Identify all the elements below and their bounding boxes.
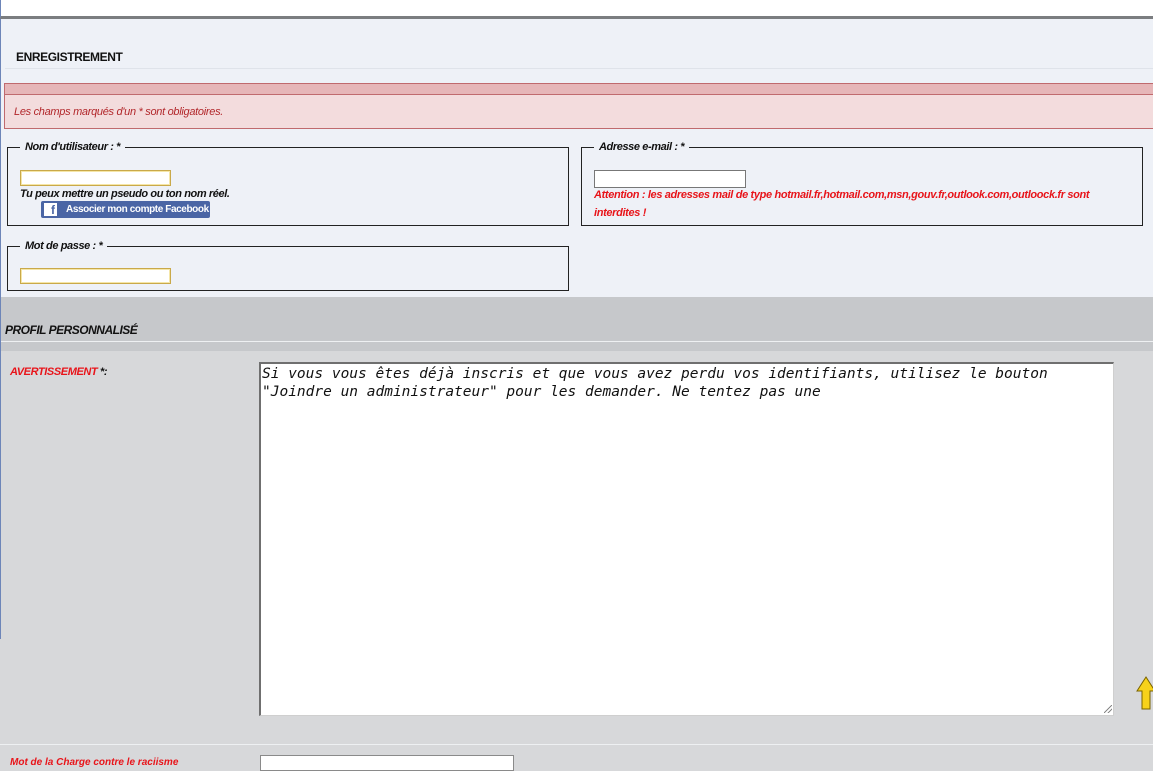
facebook-connect-button[interactable]: f Associer mon compte Facebook: [41, 201, 210, 218]
username-input[interactable]: [20, 170, 171, 186]
next-field-label: Mot de la Charge contre le raciisme: [10, 757, 179, 768]
avertissement-label: AVERTISSEMENT *:: [10, 366, 108, 378]
facebook-button-label: Associer mon compte Facebook: [66, 204, 209, 215]
avertissement-textarea[interactable]: Si vous vous êtes déjà inscris et que vo…: [259, 362, 1114, 716]
email-label: Adresse e-mail : *: [599, 141, 685, 153]
facebook-f-icon: f: [44, 203, 57, 216]
section-divider: [0, 744, 1153, 745]
required-notice-box: Les champs marqués d'un * sont obligatoi…: [4, 95, 1153, 129]
email-warning: Attention : les adresses mail de type ho…: [594, 189, 1090, 219]
profile-divider: [1, 341, 1153, 342]
registration-panel: ENREGISTREMENT Les champs marqués d'un *…: [1, 19, 1153, 297]
email-fieldset: Adresse e-mail : * Attention : les adres…: [581, 141, 1143, 226]
password-input[interactable]: [20, 268, 171, 284]
password-fieldset: Mot de passe : *: [7, 240, 569, 291]
username-hint: Tu peux mettre un pseudo ou ton nom réel…: [20, 188, 230, 200]
profile-title: PROFIL PERSONNALISÉ: [5, 323, 138, 337]
up-arrow-icon[interactable]: [1136, 676, 1153, 710]
resize-grip-icon[interactable]: [1104, 705, 1112, 713]
username-label: Nom d'utilisateur : *: [25, 141, 121, 153]
notice-header-bar: [4, 83, 1153, 95]
required-notice: Les champs marqués d'un * sont obligatoi…: [14, 106, 224, 118]
required-mark: *:: [97, 366, 108, 378]
username-fieldset: Nom d'utilisateur : * Tu peux mettre un …: [7, 141, 569, 226]
top-strip: [0, 0, 1153, 19]
avertissement-label-text: AVERTISSEMENT: [10, 366, 98, 378]
password-label: Mot de passe : *: [25, 240, 103, 252]
profile-section-header: PROFIL PERSONNALISÉ: [1, 297, 1153, 351]
title-divider: [5, 68, 1153, 69]
next-field-input[interactable]: [260, 755, 514, 771]
registration-title: ENREGISTREMENT: [16, 50, 123, 64]
